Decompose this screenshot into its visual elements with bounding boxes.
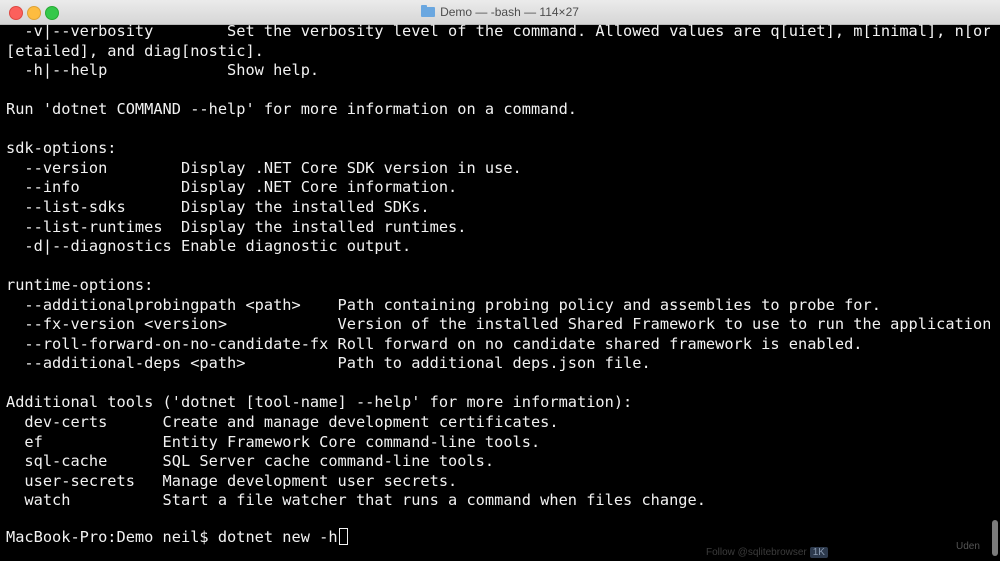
terminal-line: Additional tools ('dotnet [tool-name] --… — [6, 393, 633, 412]
terminal-line: [etailed], and diag[nostic]. — [6, 41, 264, 60]
window-title: Demo — -bash — 114×27 — [440, 5, 579, 19]
terminal-line: --list-runtimes Display the installed ru… — [6, 217, 467, 236]
terminal-line: watch Start a file watcher that runs a c… — [6, 491, 706, 510]
terminal-line: --version Display .NET Core SDK version … — [6, 158, 522, 177]
folder-icon — [421, 5, 436, 17]
text-cursor — [338, 528, 348, 545]
terminal-line: --info Display .NET Core information. — [6, 178, 458, 197]
window-title-container: Demo — -bash — 114×27 — [0, 0, 1000, 24]
terminal-line: -d|--diagnostics Enable diagnostic outpu… — [6, 237, 412, 256]
terminal-line: runtime-options: — [6, 276, 154, 295]
terminal-line: sql-cache SQL Server cache command-line … — [6, 452, 495, 471]
watermark-logo: Uden — [956, 541, 980, 552]
terminal-line: --roll-forward-on-no-candidate-fx Roll f… — [6, 334, 863, 353]
terminal-line: --additional-deps <path> Path to additio… — [6, 354, 651, 373]
terminal-window: Demo — -bash — 114×27 -v|--verbosity Set… — [0, 0, 1000, 561]
terminal-line: dev-certs Create and manage development … — [6, 413, 559, 431]
title-bar[interactable]: Demo — -bash — 114×27 — [0, 0, 1000, 25]
terminal-line: user-secrets Manage development user sec… — [6, 471, 458, 490]
terminal-line: Run 'dotnet COMMAND --help' for more inf… — [6, 100, 577, 119]
terminal-output[interactable]: -v|--verbosity Set the verbosity level o… — [0, 24, 990, 561]
zoom-window-button[interactable] — [45, 6, 59, 20]
terminal-line: ef Entity Framework Core command-line to… — [6, 432, 541, 451]
terminal-line: -v|--verbosity Set the verbosity level o… — [6, 24, 990, 40]
terminal-line: --fx-version <version> Version of the in… — [6, 315, 990, 334]
terminal-line: sdk-options: — [6, 139, 117, 158]
terminal-line: --additionalprobingpath <path> Path cont… — [6, 295, 881, 314]
vertical-scrollbar[interactable] — [992, 520, 998, 556]
follow-text: Follow @sqlitebrowser — [706, 547, 807, 558]
close-window-button[interactable] — [9, 6, 23, 20]
prompt-line[interactable]: MacBook-Pro:Demo neil$ dotnet new -h — [6, 528, 348, 548]
follow-count: 1K — [809, 547, 828, 558]
minimize-window-button[interactable] — [27, 6, 41, 20]
typed-command: dotnet new -h — [217, 528, 338, 546]
shell-prompt: MacBook-Pro:Demo neil$ — [6, 528, 218, 546]
follow-badge[interactable]: Follow @sqlitebrowser 1K — [706, 546, 828, 560]
terminal-line: --list-sdks Display the installed SDKs. — [6, 197, 430, 216]
terminal-line: -h|--help Show help. — [6, 61, 320, 80]
